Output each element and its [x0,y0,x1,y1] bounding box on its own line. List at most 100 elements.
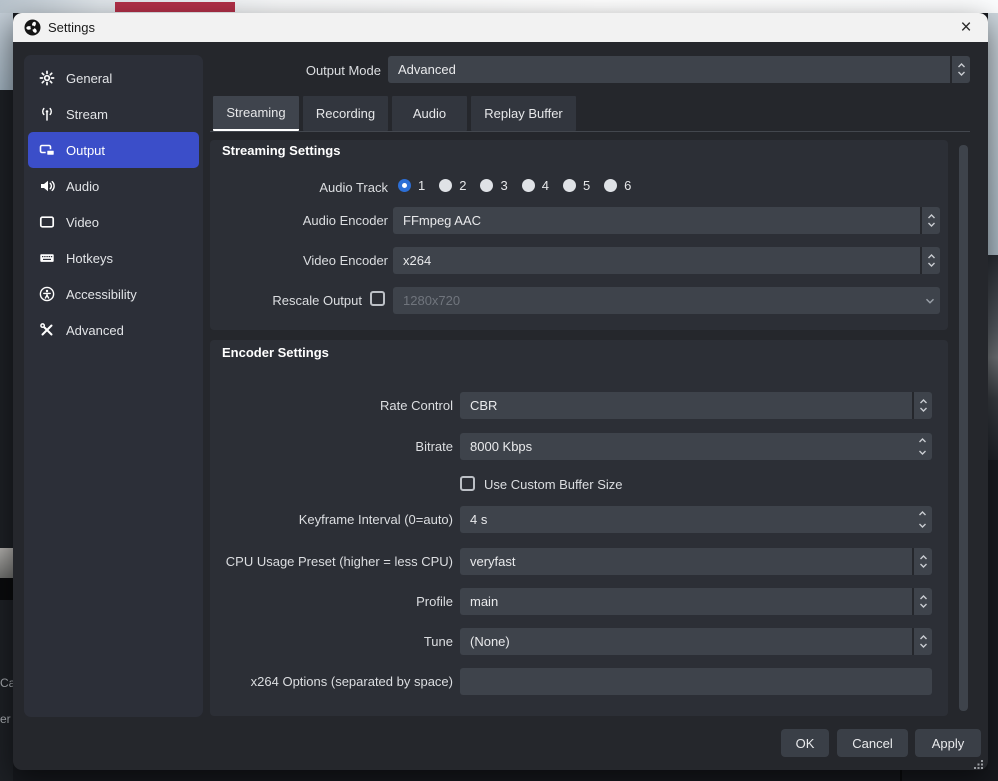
radio-icon[interactable] [439,179,452,192]
output-mode-select[interactable]: Advanced [388,56,970,83]
output-mode-value: Advanced [388,56,950,83]
chevron-up-down-icon[interactable] [912,588,932,615]
title-bar[interactable]: Settings × [13,13,988,42]
chevron-up-down-icon[interactable] [950,56,970,83]
scrollbar-thumb[interactable] [959,145,968,711]
chevron-up-down-icon[interactable] [912,628,932,655]
sidebar-item-hotkeys[interactable]: Hotkeys [28,240,199,276]
rate-control-label: Rate Control [210,398,453,413]
radio-icon[interactable] [522,179,535,192]
audio-track-option-3[interactable]: 3 [480,178,507,193]
radio-label: 6 [624,178,631,193]
screen: Ca er Settings × [0,0,998,781]
rescale-resolution-select[interactable]: 1280x720 [393,287,940,314]
profile-select[interactable]: main [460,588,932,615]
sidebar-item-label: Stream [66,107,108,122]
video-encoder-select[interactable]: x264 [393,247,940,274]
audio-track-option-1[interactable]: 1 [398,178,425,193]
bitrate-label: Bitrate [210,439,453,454]
cancel-button[interactable]: Cancel [837,729,908,757]
audio-track-option-2[interactable]: 2 [439,178,466,193]
sidebar-item-output[interactable]: Output [28,132,199,168]
output-mode-label: Output Mode [208,63,381,78]
background-left-strip: Ca er [0,13,13,781]
sidebar-item-label: Audio [66,179,99,194]
rate-control-value: CBR [460,392,912,419]
rate-control-select[interactable]: CBR [460,392,932,419]
section-title: Encoder Settings [222,345,329,360]
ok-button[interactable]: OK [781,729,829,757]
rescale-resolution-value: 1280x720 [393,287,920,314]
profile-label: Profile [210,594,453,609]
x264-options-input[interactable] [460,668,932,695]
cpu-preset-select[interactable]: veryfast [460,548,932,575]
speaker-icon [38,178,56,194]
accessibility-icon [38,286,56,302]
background-right-strip [988,13,998,781]
apply-button[interactable]: Apply [915,729,981,757]
sidebar-item-advanced[interactable]: Advanced [28,312,199,348]
sidebar-item-audio[interactable]: Audio [28,168,199,204]
bitrate-spinbox[interactable]: 8000 Kbps [460,433,932,460]
radio-selected-icon[interactable] [398,179,411,192]
streaming-settings-panel: Streaming Settings Audio Track 1 2 3 4 5… [210,140,948,330]
keyframe-interval-spinbox[interactable]: 4 s [460,506,932,533]
radio-icon[interactable] [604,179,617,192]
audio-encoder-label: Audio Encoder [210,213,388,228]
close-icon[interactable]: × [952,13,980,42]
tab-recording[interactable]: Recording [303,96,388,131]
tab-streaming[interactable]: Streaming [213,96,299,131]
spinbox-arrows-icon[interactable] [912,433,932,460]
radio-label: 3 [500,178,507,193]
radio-label: 5 [583,178,590,193]
clipped-text-fragment: Ca [0,676,13,690]
chevron-up-down-icon[interactable] [920,247,940,274]
chevron-up-down-icon[interactable] [912,548,932,575]
custom-buffer-label: Use Custom Buffer Size [484,477,622,492]
section-title: Streaming Settings [222,143,340,158]
sidebar-item-video[interactable]: Video [28,204,199,240]
tab-replay-buffer[interactable]: Replay Buffer [471,96,576,131]
radio-label: 4 [542,178,549,193]
sidebar-item-label: Hotkeys [66,251,113,266]
tune-label: Tune [210,634,453,649]
settings-dialog: Settings × General [13,13,988,770]
sidebar-item-label: Advanced [66,323,124,338]
background-bottom-strip [13,770,998,781]
chevron-down-icon[interactable] [920,287,940,314]
tune-select[interactable]: (None) [460,628,932,655]
tab-label: Replay Buffer [484,106,563,121]
tune-value: (None) [460,628,912,655]
chevron-up-down-icon[interactable] [920,207,940,234]
radio-label: 2 [459,178,466,193]
audio-track-option-6[interactable]: 6 [604,178,631,193]
obs-logo-icon [24,19,41,36]
rescale-output-checkbox[interactable] [370,291,385,306]
sidebar-item-label: General [66,71,112,86]
broadcast-icon [38,106,56,122]
sky-fragment [0,13,13,90]
spinbox-arrows-icon[interactable] [912,506,932,533]
x264-options-label: x264 Options (separated by space) [210,674,453,689]
rescale-output-label: Rescale Output [210,293,362,308]
radio-icon[interactable] [563,179,576,192]
screen-share-icon [38,142,56,158]
sidebar-item-stream[interactable]: Stream [28,96,199,132]
audio-track-option-4[interactable]: 4 [522,178,549,193]
sidebar-item-label: Video [66,215,99,230]
cpu-preset-value: veryfast [460,548,912,575]
dark-fragment [0,578,13,600]
gear-icon [38,70,56,86]
sidebar-item-general[interactable]: General [28,60,199,96]
audio-track-radio-group: 1 2 3 4 5 6 [398,178,645,193]
background-red-bar [115,2,235,12]
radio-icon[interactable] [480,179,493,192]
sidebar-item-accessibility[interactable]: Accessibility [28,276,199,312]
chevron-up-down-icon[interactable] [912,392,932,419]
audio-encoder-select[interactable]: FFmpeg AAC [393,207,940,234]
tab-audio[interactable]: Audio [392,96,467,131]
custom-buffer-checkbox[interactable] [460,476,475,491]
audio-track-option-5[interactable]: 5 [563,178,590,193]
resize-grip-icon[interactable] [973,756,983,766]
settings-sidebar: General Stream [24,55,203,717]
